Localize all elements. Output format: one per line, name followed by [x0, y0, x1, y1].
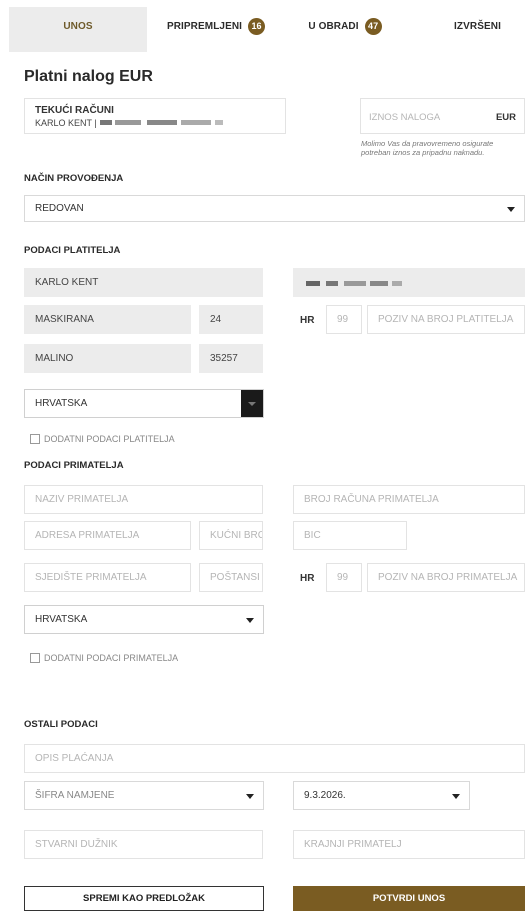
amount-note: Molimo Vas da pravovremeno osigurate pot… [361, 139, 494, 157]
button-label: POTVRDI UNOS [372, 893, 446, 904]
checkbox-icon [30, 434, 40, 444]
redacted-mark [181, 120, 211, 125]
redacted-mark [370, 281, 388, 286]
section-title: OSTALI PODACI [24, 719, 98, 730]
recipient-house-placeholder: KUĆNI BRC [210, 530, 263, 541]
redacted-mark [215, 120, 223, 125]
recipient-reference-placeholder: POZIV NA BROJ PRIMATELJA [378, 572, 518, 583]
purpose-code-select[interactable]: ŠIFRA NAMJENE [24, 781, 264, 810]
button-label: SPREMI KAO PREDLOŽAK [83, 893, 205, 904]
recipient-country-select[interactable]: HRVATSKA [24, 605, 264, 634]
recipient-bic-placeholder: BIC [304, 530, 321, 541]
tab-izvrseni[interactable]: IZVRŠENI [430, 7, 525, 45]
redacted-mark [147, 120, 177, 125]
tab-unos[interactable]: UNOS [9, 7, 147, 45]
payer-model-field[interactable]: 99 [326, 305, 362, 334]
hr-label: HR [300, 315, 315, 326]
payer-city: MALINO [35, 353, 74, 364]
recipient-address-field[interactable]: ADRESA PRIMATELJA [24, 521, 191, 550]
recipient-bic-field[interactable]: BIC [293, 521, 407, 550]
actual-debtor-placeholder: STVARNI DUŽNIK [35, 839, 118, 850]
redacted-mark [115, 120, 141, 125]
purpose-code: ŠIFRA NAMJENE [35, 790, 115, 801]
save-template-button[interactable]: SPREMI KAO PREDLOŽAK [24, 886, 264, 911]
select-arrow-button[interactable] [241, 390, 263, 417]
recipient-model: 99 [337, 572, 349, 583]
final-recipient-placeholder: KRAJNJI PRIMATELJ [304, 839, 402, 850]
count-badge: 47 [364, 17, 382, 35]
hr-label: HR [300, 573, 315, 584]
chevron-down-icon [507, 206, 515, 212]
redacted-mark [392, 281, 402, 286]
redacted-mark [326, 281, 338, 286]
payer-country: HRVATSKA [35, 398, 88, 409]
payer-country-select[interactable]: HRVATSKA [24, 389, 264, 418]
recipient-postcode-placeholder: POŠTANSI [210, 572, 260, 583]
chevron-down-icon [248, 402, 256, 406]
payer-name: KARLO KENT [35, 277, 99, 288]
payer-name-field[interactable]: KARLO KENT [24, 268, 263, 297]
recipient-extra-checkbox[interactable]: DODATNI PODACI PRIMATELJA [30, 653, 178, 663]
payer-postcode: 35257 [210, 353, 238, 364]
payer-house-no: 24 [210, 314, 222, 325]
recipient-account-placeholder: BROJ RAČUNA PRIMATELJA [304, 494, 439, 505]
count-badge: 16 [248, 17, 266, 35]
payer-account-field[interactable] [293, 268, 525, 297]
tab-label: PRIPREMLJENI [166, 20, 243, 32]
recipient-city-field[interactable]: SJEDIŠTE PRIMATELJA [24, 563, 191, 592]
recipient-reference-field[interactable]: POZIV NA BROJ PRIMATELJA [367, 563, 525, 592]
recipient-country: HRVATSKA [35, 614, 88, 625]
payer-model: 99 [337, 314, 349, 325]
payer-street-field[interactable]: MASKIRANA [24, 305, 191, 334]
payer-extra-checkbox[interactable]: DODATNI PODACI PLATITELJA [30, 434, 175, 444]
redacted-mark [100, 120, 112, 125]
recipient-model-field[interactable]: 99 [326, 563, 362, 592]
chevron-down-icon [246, 793, 254, 799]
page-title: Platni nalog EUR [24, 68, 153, 85]
currency-label: EUR [495, 112, 516, 123]
tab-pripremljeni[interactable]: PRIPREMLJENI 16 [152, 7, 280, 45]
tab-label: UNOS [63, 20, 93, 32]
redacted-mark [344, 281, 366, 286]
recipient-address-placeholder: ADRESA PRIMATELJA [35, 530, 140, 541]
payer-house-no-field[interactable]: 24 [199, 305, 263, 334]
execution-select[interactable]: REDOVAN [24, 195, 525, 222]
payment-date: 9.3.2026. [304, 790, 346, 801]
account-owner: KARLO KENT | [35, 118, 97, 128]
payer-reference-placeholder: POZIV NA BROJ PLATITELJA [378, 314, 514, 325]
recipient-house-field[interactable]: KUĆNI BRC [199, 521, 263, 550]
tab-label: IZVRŠENI [454, 20, 501, 32]
payer-city-field[interactable]: MALINO [24, 344, 191, 373]
amount-placeholder: IZNOS NALOGA [369, 112, 441, 123]
payment-description-field[interactable]: OPIS PLAĆANJA [24, 744, 525, 773]
recipient-city-placeholder: SJEDIŠTE PRIMATELJA [35, 572, 147, 583]
payer-postcode-field[interactable]: 35257 [199, 344, 263, 373]
final-recipient-field[interactable]: KRAJNJI PRIMATELJ [293, 830, 525, 859]
date-select[interactable]: 9.3.2026. [293, 781, 470, 810]
section-title: PODACI PRIMATELJA [24, 460, 124, 471]
checkbox-label: DODATNI PODACI PRIMATELJA [44, 653, 179, 663]
section-title: PODACI PLATITELJA [24, 245, 121, 256]
actual-debtor-field[interactable]: STVARNI DUŽNIK [24, 830, 263, 859]
recipient-name-field[interactable]: NAZIV PRIMATELJA [24, 485, 263, 514]
account-type: TEKUĆI RAČUNI [35, 105, 114, 116]
recipient-name-placeholder: NAZIV PRIMATELJA [35, 494, 129, 505]
tab-label: U OBRADI [308, 20, 359, 32]
recipient-account-field[interactable]: BROJ RAČUNA PRIMATELJA [293, 485, 525, 514]
section-title: NAČIN PROVOĐENJA [24, 173, 124, 184]
account-selector[interactable]: TEKUĆI RAČUNI KARLO KENT | [24, 98, 286, 134]
chevron-down-icon [452, 793, 460, 799]
payer-street: MASKIRANA [35, 314, 94, 325]
amount-field[interactable]: IZNOS NALOGA EUR [360, 98, 525, 134]
checkbox-label: DODATNI PODACI PLATITELJA [44, 434, 175, 444]
payer-reference-field[interactable]: POZIV NA BROJ PLATITELJA [367, 305, 525, 334]
execution-value: REDOVAN [35, 203, 84, 214]
checkbox-icon [30, 653, 40, 663]
confirm-button[interactable]: POTVRDI UNOS [293, 886, 525, 911]
tab-u-obradi[interactable]: U OBRADI 47 [285, 7, 405, 45]
chevron-down-icon [246, 617, 254, 623]
payment-description-placeholder: OPIS PLAĆANJA [35, 753, 114, 764]
recipient-postcode-field[interactable]: POŠTANSI [199, 563, 263, 592]
redacted-mark [306, 281, 320, 286]
